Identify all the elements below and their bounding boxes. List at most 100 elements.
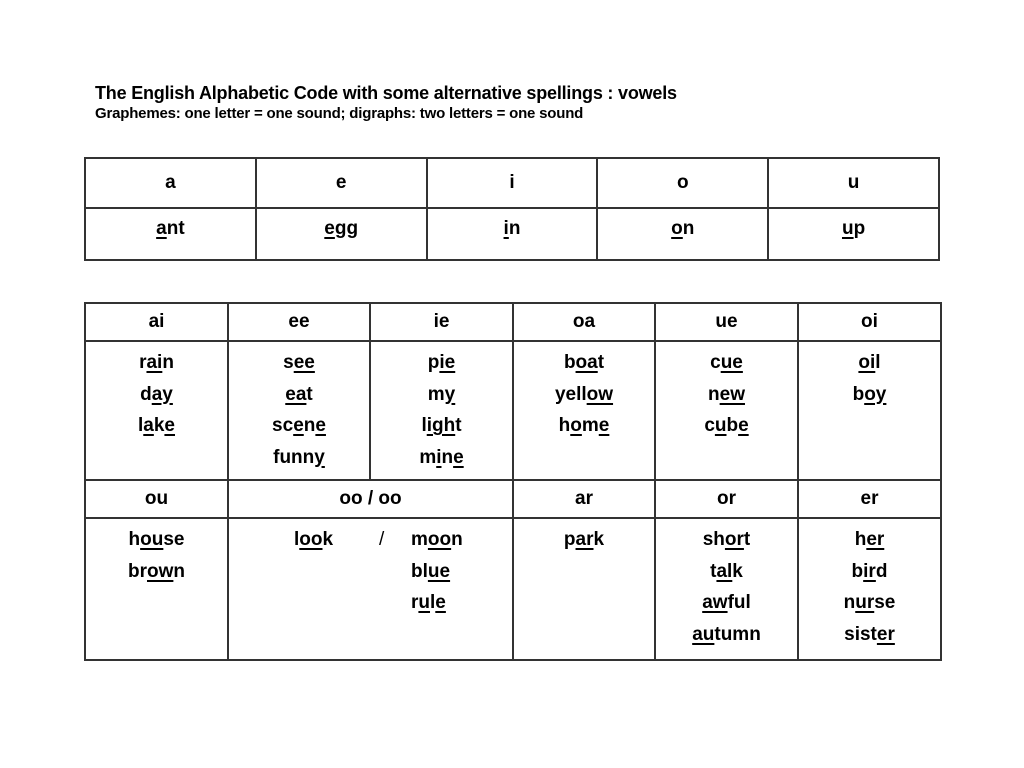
example-word: home — [558, 415, 610, 436]
highlighted-grapheme: igh — [426, 415, 456, 436]
highlighted-grapheme: ur — [855, 592, 875, 613]
highlighted-grapheme: a — [143, 415, 154, 436]
example-word: park — [563, 529, 605, 550]
highlighted-grapheme: y — [444, 383, 456, 405]
example-word: rule — [411, 592, 446, 613]
grapheme-cell: o — [596, 157, 770, 209]
word-list-oo: look / moon blue rule — [227, 517, 514, 661]
grapheme-cell-or: or — [654, 479, 799, 519]
highlighted-grapheme: ir — [863, 560, 876, 582]
highlighted-grapheme: ou — [140, 529, 164, 550]
page-title: The English Alphabetic Code with some al… — [95, 83, 677, 103]
highlighted-grapheme: u — [418, 592, 431, 613]
example-cell: egg — [254, 207, 428, 261]
grapheme-cell-ai: ai — [84, 302, 229, 342]
word-list-or: short talk awful autumn — [654, 517, 799, 661]
word-list-ar: park — [512, 517, 656, 661]
example-word: ant — [156, 218, 185, 239]
grapheme-header-row: ou oo / oo ar or er — [84, 479, 942, 519]
highlighted-grapheme: e — [598, 415, 610, 436]
grapheme-header-row: ai ee ie oa ue oi — [84, 302, 942, 342]
example-word: yellow — [554, 383, 614, 405]
word-list-oi: oil boy — [797, 340, 942, 481]
example-word: mine — [419, 446, 464, 468]
highlighted-grapheme: ue — [720, 352, 743, 373]
example-word: oil — [858, 352, 881, 373]
example-cell: up — [767, 207, 940, 261]
highlighted-grapheme: e — [293, 415, 304, 436]
example-word: her — [854, 529, 885, 550]
highlighted-grapheme: i — [503, 218, 509, 239]
highlighted-grapheme: ee — [293, 352, 315, 373]
example-word: egg — [324, 218, 359, 239]
word-list-er: her bird nurse sister — [797, 517, 942, 661]
example-word: boat — [563, 352, 605, 373]
highlighted-grapheme: u — [714, 415, 727, 436]
example-word: moon — [411, 529, 463, 550]
example-word: light — [421, 415, 462, 436]
grapheme-cell-oa: oa — [512, 302, 656, 342]
example-word: new — [708, 383, 745, 405]
word-list-ee: see eat scene funny — [227, 340, 371, 481]
highlighted-grapheme: ow — [586, 383, 614, 405]
example-word: day — [140, 383, 173, 405]
grapheme-cell: u — [767, 157, 940, 209]
highlighted-grapheme: a — [156, 218, 167, 239]
highlighted-grapheme: oa — [575, 352, 598, 373]
highlighted-grapheme: ai — [146, 352, 163, 373]
grapheme-cell-er: er — [797, 479, 942, 519]
word-list-ue: cue new cube — [654, 340, 799, 481]
word-list-oa: boat yellow home — [512, 340, 656, 481]
word-list-ou: house brown — [84, 517, 229, 661]
highlighted-grapheme: ew — [719, 383, 745, 405]
highlighted-grapheme: oi — [858, 352, 876, 373]
highlighted-grapheme: ay — [151, 383, 173, 405]
highlighted-grapheme: o — [671, 218, 683, 239]
example-word: up — [841, 218, 866, 239]
grapheme-cell: e — [254, 157, 428, 209]
highlighted-grapheme: au — [692, 623, 715, 645]
grapheme-cell-ar: ar — [512, 479, 656, 519]
example-word: in — [503, 218, 521, 239]
example-row: house brown look / moon blue rule park shor… — [84, 517, 942, 661]
highlighted-grapheme: i — [436, 446, 442, 468]
example-word: cue — [710, 352, 743, 373]
highlighted-grapheme: o — [570, 415, 582, 436]
example-word: brown — [128, 560, 185, 582]
example-word: cube — [704, 415, 749, 436]
word-list-ai: rain day lake — [84, 340, 229, 481]
highlighted-grapheme: e — [164, 415, 175, 436]
highlighted-grapheme: e — [324, 218, 335, 239]
example-word: on — [671, 218, 695, 239]
single-vowels-table: a e i o u ant egg in on up — [84, 157, 940, 261]
highlighted-grapheme: oo — [299, 529, 323, 550]
example-word: bird — [851, 560, 888, 582]
grapheme-cell-ee: ee — [227, 302, 371, 342]
example-word: look — [294, 529, 334, 550]
highlighted-grapheme: ar — [575, 529, 594, 550]
highlighted-grapheme: ow — [147, 560, 174, 582]
example-word: eat — [285, 383, 313, 405]
example-word: pie — [427, 352, 456, 373]
oo-short-words: look — [294, 524, 333, 556]
highlighted-grapheme: al — [716, 560, 733, 582]
example-cell: on — [596, 207, 770, 261]
highlighted-grapheme: oo — [427, 529, 452, 550]
grapheme-cell-oo: oo / oo — [227, 479, 514, 519]
example-row: ant egg in on up — [84, 207, 940, 261]
oo-separator: / — [379, 529, 385, 550]
highlighted-grapheme: ea — [285, 383, 307, 405]
grapheme-cell-ou: ou — [84, 479, 229, 519]
example-word: autumn — [692, 623, 761, 645]
highlighted-grapheme: e — [453, 446, 464, 468]
highlighted-grapheme: u — [841, 218, 854, 239]
highlighted-grapheme: ie — [439, 352, 456, 373]
grapheme-cell: i — [425, 157, 599, 209]
example-word: rain — [139, 352, 174, 373]
example-word: scene — [272, 415, 326, 436]
digraphs-table: ai ee ie oa ue oi rain day lake see eat scen… — [84, 302, 942, 661]
example-word: talk — [710, 560, 743, 582]
example-word: house — [128, 529, 185, 550]
highlighted-grapheme: y — [314, 446, 325, 468]
example-row: rain day lake see eat scene funny pie my light m… — [84, 340, 942, 481]
